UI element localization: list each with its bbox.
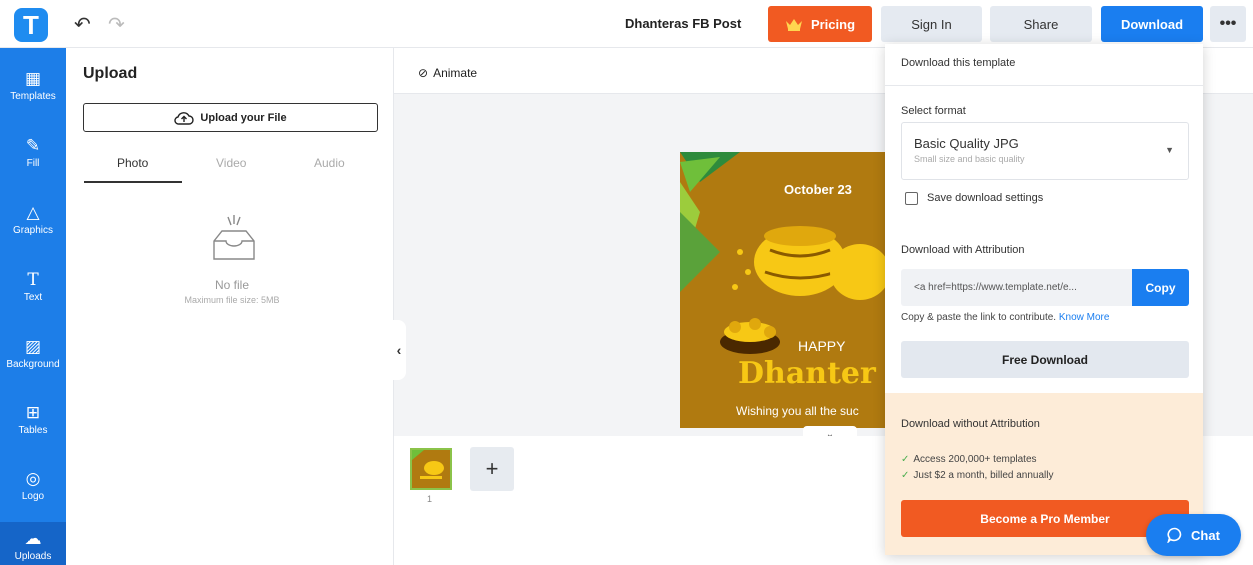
redo-icon[interactable]: ↷ [108, 12, 125, 37]
logo-icon: ◎ [25, 469, 41, 488]
text-icon: T [27, 270, 39, 290]
know-more-link[interactable]: Know More [1059, 312, 1110, 323]
templates-icon: ▦ [24, 69, 42, 88]
format-select[interactable]: Basic Quality JPG Small size and basic q… [901, 122, 1189, 180]
benefit-text: Just $2 a month, billed annually [913, 470, 1054, 481]
thumbnail-artwork [412, 450, 450, 488]
pro-benefit: ✓ Just $2 a month, billed annually [901, 470, 1053, 481]
animate-button[interactable]: ⊘ Animate [418, 66, 477, 80]
no-attribution-label: Download without Attribution [901, 418, 1040, 430]
pricing-button[interactable]: Pricing [768, 6, 872, 42]
sidebar-item-label: Logo [21, 491, 45, 502]
document-title[interactable]: Dhanteras FB Post [625, 16, 741, 31]
sidebar-item-uploads[interactable]: ☁ Uploads [0, 522, 66, 565]
sidebar-item-background[interactable]: ▨ Background [0, 324, 66, 384]
design-title[interactable]: Dhanter [738, 356, 876, 391]
upload-file-label: Upload your File [200, 111, 287, 124]
panel-title: Upload [83, 65, 138, 82]
sidebar-item-label: Templates [10, 91, 56, 102]
sidebar-item-label: Text [23, 292, 43, 303]
download-dropdown: Download this template Select format Bas… [885, 44, 1203, 555]
uploads-icon: ☁ [24, 529, 42, 548]
sidebar-item-text[interactable]: T Text [0, 257, 66, 317]
chat-bubble-icon [1167, 527, 1182, 543]
tab-photo[interactable]: Photo [117, 156, 148, 170]
benefit-text: Access 200,000+ templates [913, 454, 1037, 465]
format-description: Small size and basic quality [914, 154, 1025, 164]
format-name: Basic Quality JPG [914, 136, 1019, 151]
tab-audio[interactable]: Audio [314, 156, 345, 170]
sidebar: ▦ Templates ✎ Fill △ Graphics T Text ▨ B… [0, 48, 66, 565]
collapse-panel-handle[interactable]: ‹ [392, 320, 406, 380]
crown-icon [785, 19, 802, 31]
sidebar-item-label: Fill [26, 158, 40, 169]
check-icon: ✓ [901, 454, 910, 465]
page-thumbnail[interactable] [410, 448, 452, 490]
add-page-button[interactable]: + [470, 447, 514, 491]
check-icon: ✓ [901, 470, 910, 481]
top-bar: T ↶ ↷ Dhanteras FB Post Pricing Sign In … [0, 0, 1253, 48]
divider [885, 85, 1203, 86]
dropdown-heading: Download this template [901, 57, 1016, 69]
attribution-link-field[interactable]: <a href=https://www.template.net/e... [901, 269, 1132, 306]
pricing-label: Pricing [810, 16, 856, 32]
design-date[interactable]: October 23 [784, 182, 852, 197]
share-button[interactable]: Share [990, 6, 1092, 42]
save-settings-checkbox[interactable] [905, 192, 918, 205]
graphics-icon: △ [26, 203, 40, 222]
upload-panel: Upload Upload your File Photo Video Audi… [66, 48, 394, 565]
sidebar-item-label: Background [6, 359, 60, 370]
empty-tray-icon [213, 215, 255, 260]
copy-hint: Copy & paste the link to contribute. Kno… [901, 312, 1109, 323]
copy-hint-text: Copy & paste the link to contribute. [901, 312, 1057, 323]
sidebar-item-label: Uploads [14, 551, 52, 562]
chat-label: Chat [1191, 527, 1220, 543]
sidebar-item-graphics[interactable]: △ Graphics [0, 190, 66, 250]
design-wish[interactable]: Wishing you all the suc [736, 404, 859, 418]
tables-icon: ⊞ [25, 403, 41, 422]
tab-video[interactable]: Video [216, 156, 246, 170]
background-icon: ▨ [24, 337, 42, 356]
save-settings-label[interactable]: Save download settings [927, 192, 1043, 204]
sidebar-item-logo[interactable]: ◎ Logo [0, 456, 66, 516]
download-button[interactable]: Download [1101, 6, 1203, 42]
sidebar-item-tables[interactable]: ⊞ Tables [0, 390, 66, 450]
sidebar-item-fill[interactable]: ✎ Fill [0, 123, 66, 183]
animate-icon: ⊘ [418, 66, 429, 80]
pro-benefit: ✓ Access 200,000+ templates [901, 454, 1037, 465]
design-happy[interactable]: HAPPY [798, 338, 845, 354]
sidebar-item-templates[interactable]: ▦ Templates [0, 56, 66, 116]
page-number: 1 [427, 494, 433, 504]
select-format-label: Select format [901, 105, 966, 117]
sign-in-button[interactable]: Sign In [881, 6, 982, 42]
animate-label: Animate [433, 66, 478, 80]
more-options-button[interactable]: ••• [1210, 6, 1246, 42]
sidebar-item-label: Graphics [12, 225, 53, 236]
cloud-upload-icon [174, 111, 195, 125]
tab-underline [84, 181, 182, 183]
fill-icon: ✎ [25, 136, 41, 155]
app-logo[interactable]: T [14, 8, 48, 42]
attribution-label: Download with Attribution [901, 244, 1025, 256]
free-download-button[interactable]: Free Download [901, 341, 1189, 378]
sidebar-item-label: Tables [18, 425, 48, 436]
chat-button[interactable]: Chat [1146, 514, 1241, 556]
max-file-size-text: Maximum file size: 5MB [184, 295, 280, 305]
design-canvas[interactable]: October 23 HAPPY Dhanter Wishing you all… [680, 152, 886, 428]
empty-state-text: No file [214, 278, 249, 292]
upload-file-button[interactable]: Upload your File [83, 103, 378, 132]
undo-icon[interactable]: ↶ [74, 12, 91, 37]
copy-button[interactable]: Copy [1132, 269, 1189, 306]
caret-down-icon: ▼ [1165, 145, 1174, 155]
